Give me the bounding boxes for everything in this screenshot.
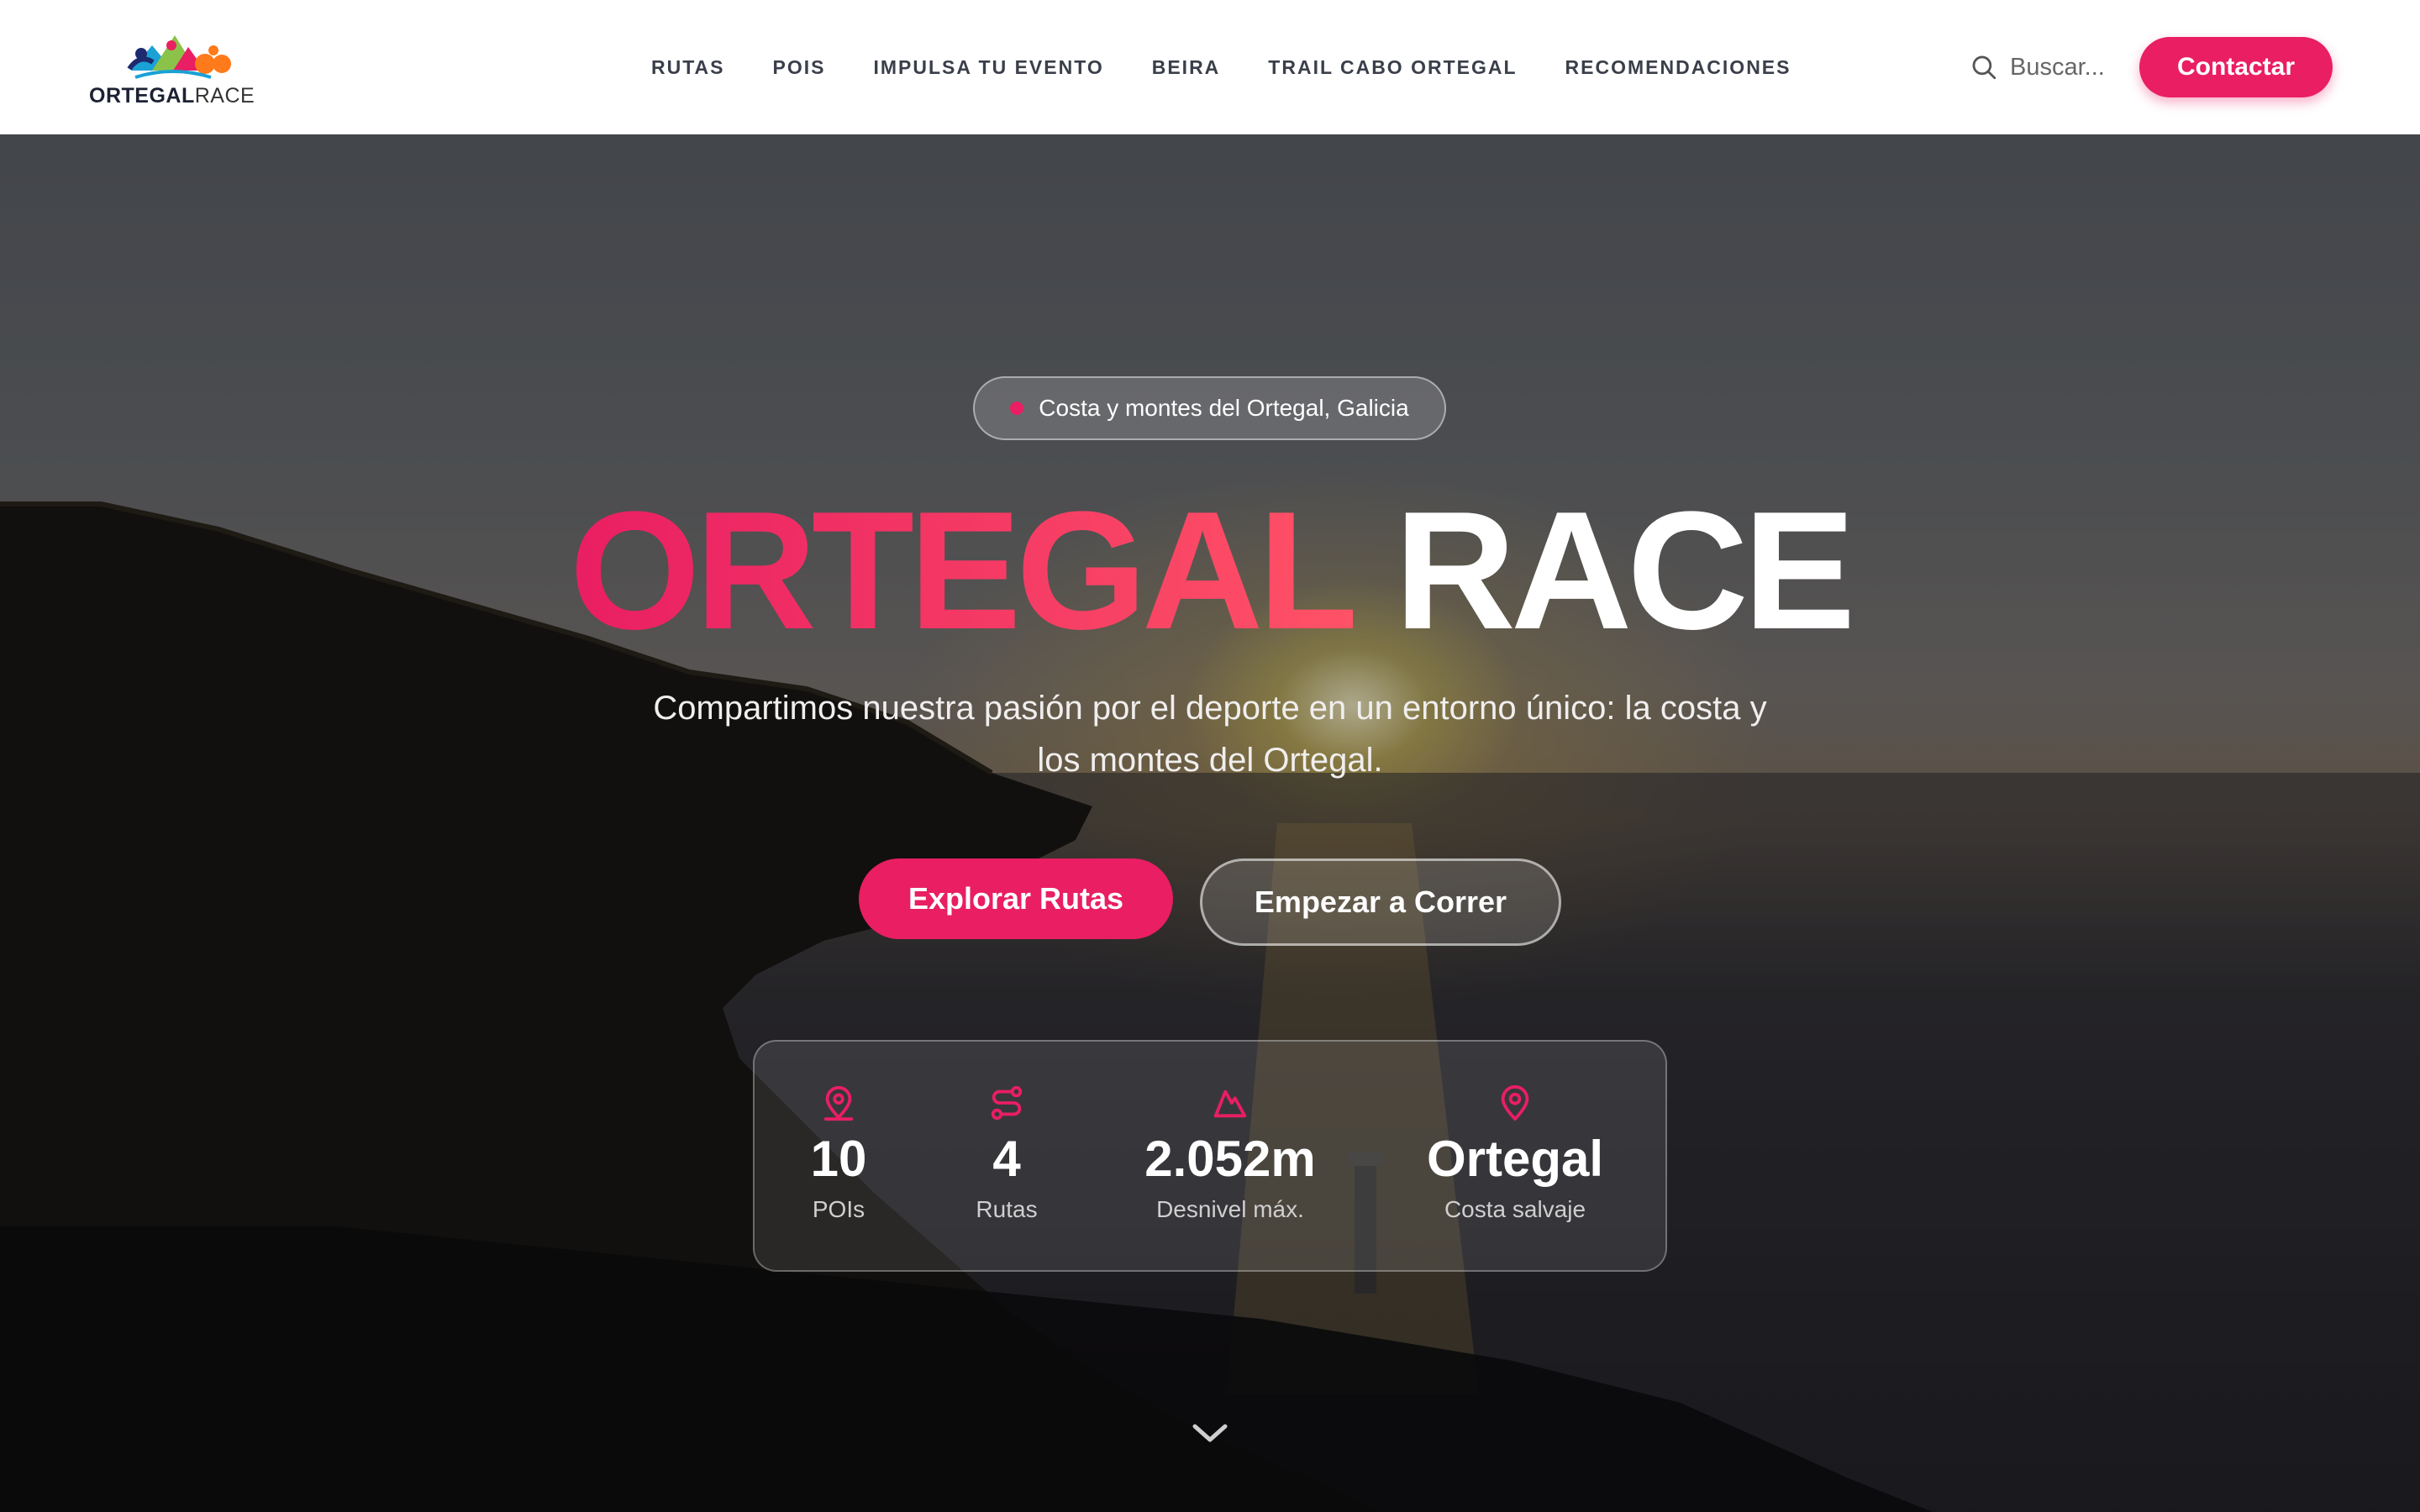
stat-pois: 10 POIs xyxy=(790,1042,887,1273)
logo-wordmark: ORTEGALRACE xyxy=(89,84,255,108)
stat-region-value: Ortegal xyxy=(1426,1131,1604,1187)
stat-elevation: 2.052m Desnivel máx. xyxy=(1129,1042,1331,1273)
main-nav: RUTAS POIS IMPULSA TU EVENTO BEIRA TRAIL… xyxy=(651,0,1791,134)
stats-panel: 10 POIs 4 Rutas 2.052m Desnivel máx. Ort… xyxy=(753,1040,1667,1272)
route-icon xyxy=(991,1085,1023,1121)
stat-pois-label: POIs xyxy=(812,1196,865,1222)
explore-routes-button[interactable]: Explorar Rutas xyxy=(859,858,1173,939)
nav-item-impulsa-tu-evento[interactable]: IMPULSA TU EVENTO xyxy=(873,56,1103,79)
logo-bold-text: ORTEGAL xyxy=(89,84,195,108)
stat-region-label: Costa salvaje xyxy=(1444,1196,1586,1222)
ortegal-race-logo[interactable]: ORTEGALRACE xyxy=(89,29,255,108)
nav-item-rutas[interactable]: RUTAS xyxy=(651,56,725,79)
location-badge: Costa y montes del Ortegal, Galicia xyxy=(973,376,1446,440)
hero-subtitle: Compartimos nuestra pasión por el deport… xyxy=(653,690,1767,779)
scroll-down-chevron-icon[interactable] xyxy=(1190,1421,1230,1446)
stat-elevation-label: Desnivel máx. xyxy=(1156,1196,1304,1222)
hero-title-rest: RACE xyxy=(1394,477,1856,664)
logo-light-text: RACE xyxy=(194,84,255,108)
stat-routes-label: Rutas xyxy=(976,1196,1038,1222)
contact-button[interactable]: Contactar xyxy=(2139,37,2333,97)
search-input[interactable] xyxy=(2010,53,2119,81)
start-running-button[interactable]: Empezar a Correr xyxy=(1200,858,1561,946)
badge-dot-icon xyxy=(1010,402,1024,415)
stat-routes-value: 4 xyxy=(992,1131,1021,1187)
mountain-icon xyxy=(1213,1089,1247,1118)
logo-artwork-icon xyxy=(127,35,231,79)
stat-region: Ortegal Costa salvaje xyxy=(1418,1042,1612,1273)
stat-elevation-value: 2.052m xyxy=(1144,1131,1316,1187)
location-icon xyxy=(1501,1084,1529,1121)
nav-item-pois[interactable]: POIS xyxy=(773,56,826,79)
site-header: ORTEGALRACE RUTAS POIS IMPULSA TU EVENTO… xyxy=(0,0,2420,134)
stat-pois-value: 10 xyxy=(810,1131,867,1187)
search-icon[interactable] xyxy=(1970,53,1998,81)
hero-dark-overlay xyxy=(0,134,2420,1512)
nav-item-trail-cabo-ortegal[interactable]: TRAIL CABO ORTEGAL xyxy=(1268,56,1517,79)
hero-title-accent: ORTEGAL xyxy=(569,477,1358,664)
hero-section: Costa y montes del Ortegal, Galicia ORTE… xyxy=(0,134,2420,1512)
search-box[interactable] xyxy=(1970,47,2119,87)
hero-title: ORTEGAL RACE xyxy=(0,487,2420,655)
map-pin-icon xyxy=(823,1085,854,1121)
nav-item-beira[interactable]: BEIRA xyxy=(1152,56,1221,79)
location-badge-text: Costa y montes del Ortegal, Galicia xyxy=(1039,395,1409,421)
nav-item-recomendaciones[interactable]: RECOMENDACIONES xyxy=(1565,56,1791,79)
stat-routes: 4 Rutas xyxy=(956,1042,1057,1273)
